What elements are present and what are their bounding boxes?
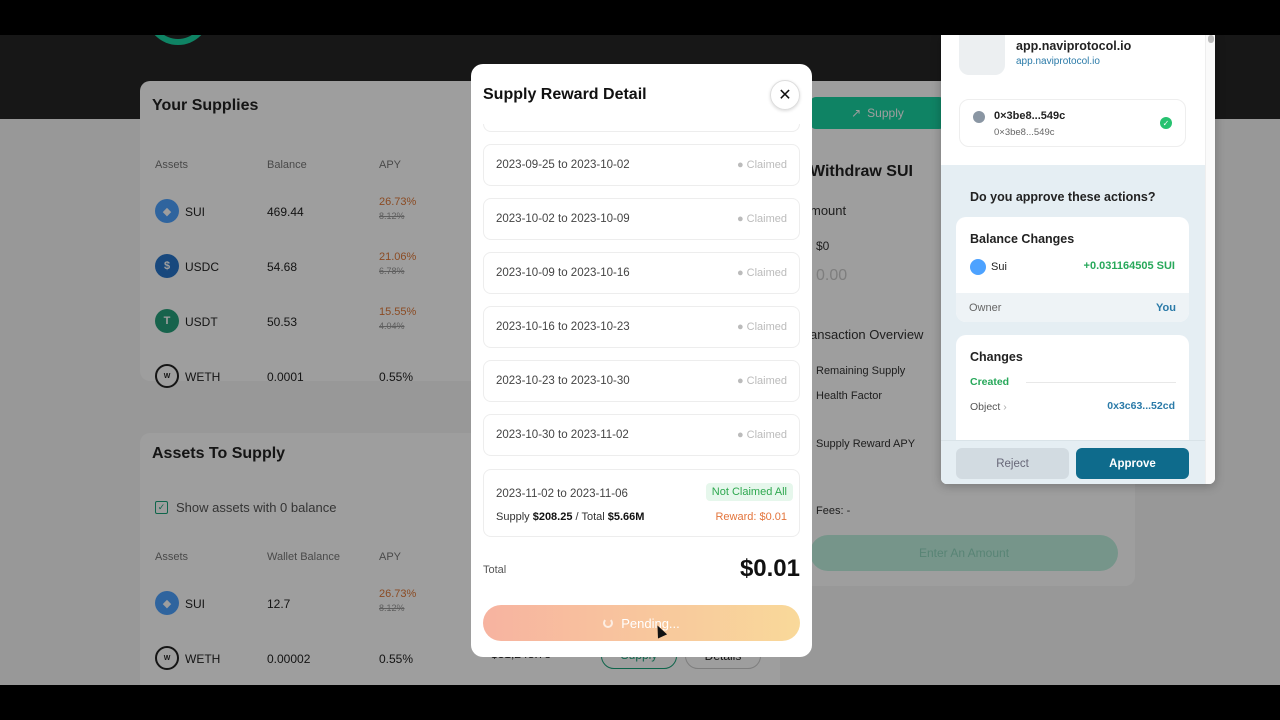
supply-total-line: Supply $208.25 / Total $5.66M xyxy=(496,511,644,523)
reward-period: 2023-10-02 to 2023-10-09 xyxy=(496,213,630,225)
object-label-text: Object xyxy=(970,401,1001,413)
chevron-right-icon: › xyxy=(1003,401,1007,413)
total-label: Total xyxy=(483,564,507,576)
reward-status: ● Claimed xyxy=(736,159,787,171)
balance-changes-title: Balance Changes xyxy=(970,232,1075,246)
reward-row: 2023-10-23 to 2023-10-30 ● Claimed xyxy=(483,360,800,402)
reward-row: 2023-10-30 to 2023-11-02 ● Claimed xyxy=(483,414,800,456)
wallet-approval-popup: app.naviprotocol.io app.naviprotocol.io … xyxy=(941,35,1215,484)
action-bar: Reject Approve xyxy=(941,440,1205,484)
reward-row: 2023-10-02 to 2023-10-09 ● Claimed xyxy=(483,198,800,240)
modal-title: Supply Reward Detail xyxy=(483,86,647,103)
site-favicon-icon xyxy=(959,35,1005,75)
not-claimed-badge: Not Claimed All xyxy=(705,483,793,501)
owner-label: Owner xyxy=(969,302,1002,314)
spinner-icon xyxy=(603,618,614,628)
total-amount: $0.01 xyxy=(739,555,800,582)
supply-reward-detail-modal: Supply Reward Detail ✕ 2023-09-25 to 202… xyxy=(471,64,812,657)
owner-value: You xyxy=(1156,302,1176,314)
site-name: app.naviprotocol.io xyxy=(1016,39,1132,53)
reward-period: 2023-10-30 to 2023-11-02 xyxy=(496,429,629,441)
changes-title: Changes xyxy=(970,350,1023,364)
reward-period: 2023-09-25 to 2023-10-02 xyxy=(496,159,630,171)
bottom-letterbox xyxy=(0,685,1280,720)
sui-icon xyxy=(970,259,986,275)
changes-card: Changes Created Object › 0x3c63...52cd xyxy=(956,335,1189,440)
supply-label: Supply xyxy=(496,511,530,523)
reward-row: 2023-10-16 to 2023-10-23 ● Claimed xyxy=(483,306,800,348)
total-label: / Total xyxy=(575,511,605,523)
balance-changes-card: Balance Changes Sui +0.031164505 SUI Own… xyxy=(956,217,1189,322)
account-address-sub: 0×3be8...549c xyxy=(994,127,1055,138)
pending-button[interactable]: Pending... xyxy=(483,605,800,641)
top-letterbox xyxy=(0,0,1280,35)
total-value: $5.66M xyxy=(607,511,645,523)
account-address: 0×3be8...549c xyxy=(994,110,1066,122)
coin-name: Sui xyxy=(991,261,1007,273)
reward-period: 2023-11-02 to 2023-11-06 xyxy=(496,488,628,500)
pending-label: Pending... xyxy=(621,615,680,631)
approval-question: Do you approve these actions? xyxy=(970,190,1156,204)
reward-row: 2023-10-09 to 2023-10-16 ● Claimed xyxy=(483,252,800,294)
created-label[interactable]: Created xyxy=(970,376,1009,388)
site-url[interactable]: app.naviprotocol.io xyxy=(1016,56,1100,67)
scrollbar[interactable] xyxy=(1205,35,1215,484)
reward-status: ● Claimed xyxy=(736,321,787,333)
object-id[interactable]: 0x3c63...52cd xyxy=(1107,400,1175,412)
scrollbar-thumb[interactable] xyxy=(1208,35,1214,43)
approve-button[interactable]: Approve xyxy=(1076,448,1189,479)
reward-row: 2023-09-25 to 2023-10-02 ● Claimed xyxy=(483,144,800,186)
object-label[interactable]: Object › xyxy=(970,401,1007,413)
close-icon[interactable]: ✕ xyxy=(770,80,800,110)
reward-row-current: 2023-11-02 to 2023-11-06 Not Claimed All… xyxy=(483,469,800,537)
account-icon xyxy=(973,111,985,123)
supply-value: $208.25 xyxy=(532,511,573,523)
check-icon: ✓ xyxy=(1160,117,1172,129)
account-selector[interactable]: 0×3be8...549c 0×3be8...549c ✓ xyxy=(959,99,1186,147)
reward-list[interactable]: 2023-09-25 to 2023-10-02 ● Claimed 2023-… xyxy=(483,122,800,540)
approval-section: Do you approve these actions? Balance Ch… xyxy=(941,165,1205,484)
reward-period: 2023-10-09 to 2023-10-16 xyxy=(496,267,630,279)
reward-value: Reward: $0.01 xyxy=(715,511,787,523)
reward-status: ● Claimed xyxy=(736,267,787,279)
owner-bar: Owner You xyxy=(956,293,1189,322)
reward-status: ● Claimed xyxy=(736,213,787,225)
reward-status: ● Claimed xyxy=(736,375,787,387)
coin-amount: +0.031164505 SUI xyxy=(1083,260,1175,272)
reject-button[interactable]: Reject xyxy=(956,448,1069,479)
reward-status: ● Claimed xyxy=(736,429,787,441)
divider xyxy=(1026,382,1176,383)
reward-period: 2023-10-16 to 2023-10-23 xyxy=(496,321,630,333)
reward-period: 2023-10-23 to 2023-10-30 xyxy=(496,375,630,387)
